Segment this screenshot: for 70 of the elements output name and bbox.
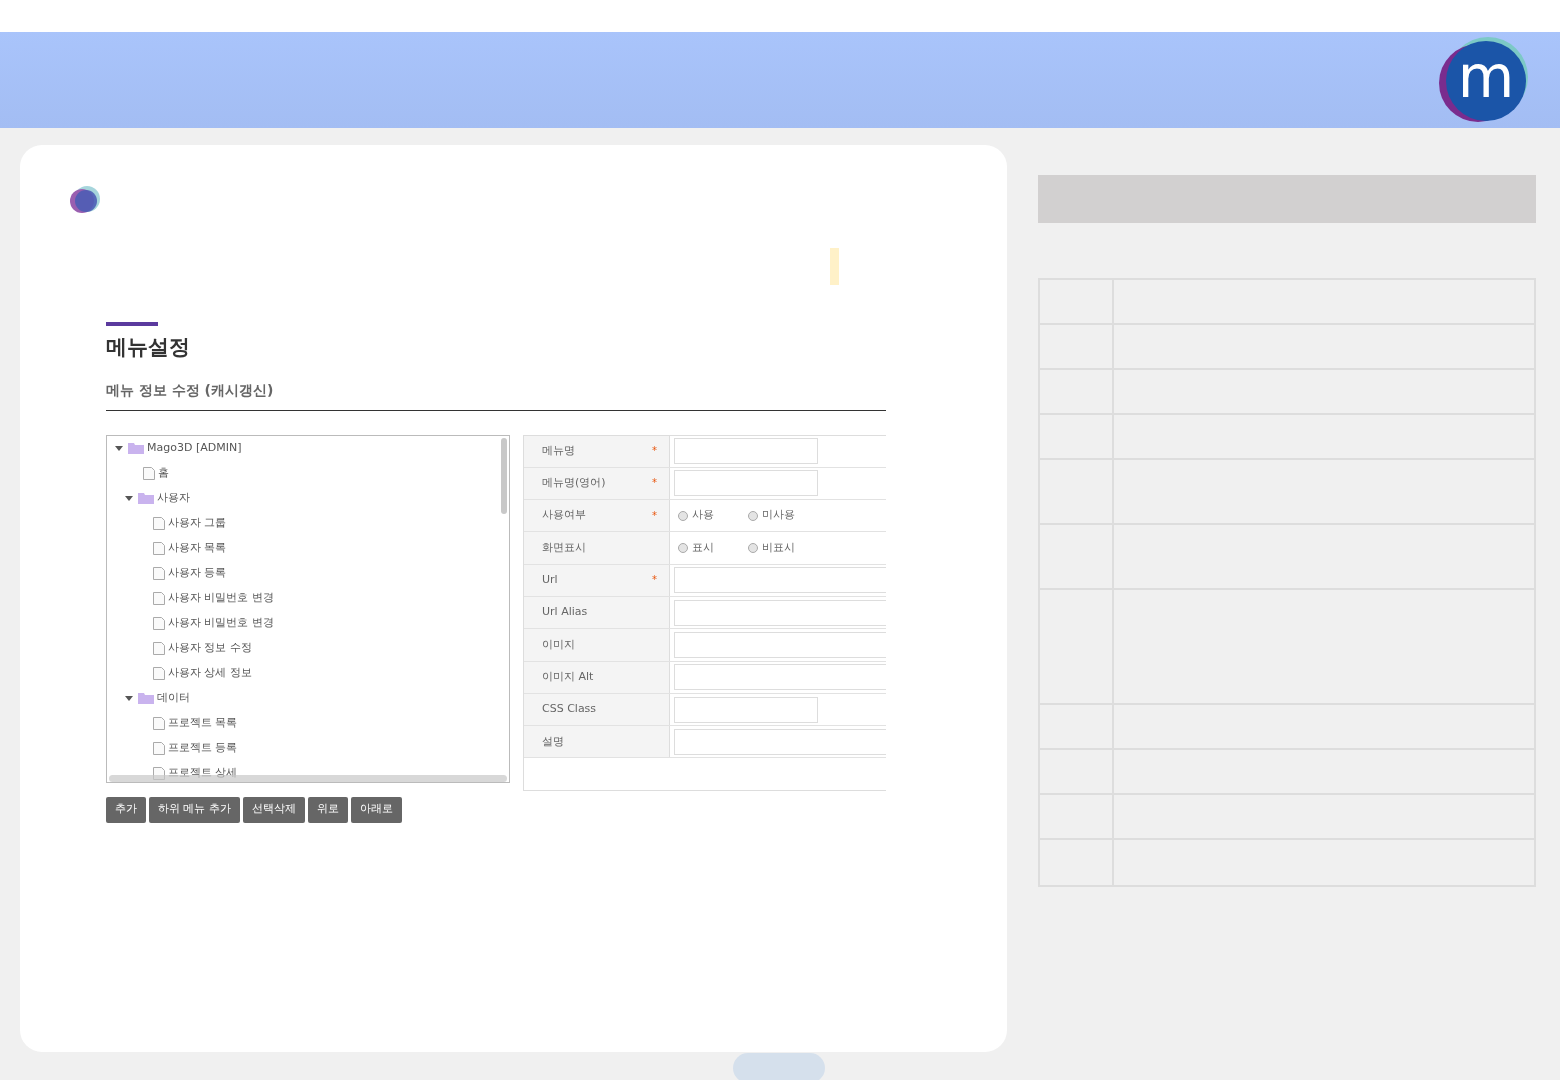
document-icon: [153, 516, 165, 530]
field-label: 사용여부: [542, 507, 586, 524]
text-field[interactable]: [674, 728, 886, 755]
tree-item[interactable]: 사용자 목록: [168, 539, 227, 557]
action-button[interactable]: 위로: [308, 796, 348, 823]
text-field[interactable]: [674, 567, 886, 594]
tree-item[interactable]: 홈: [158, 464, 169, 482]
tree-item[interactable]: 사용자 비밀번호 변경: [168, 589, 274, 607]
field-label: 메뉴명(영어): [542, 475, 606, 492]
text-field[interactable]: [674, 631, 886, 658]
folder-icon: [138, 692, 154, 704]
tree-item[interactable]: 프로젝트 목록: [168, 714, 238, 732]
document-icon: [153, 666, 165, 680]
tree-item[interactable]: 사용자 그룹: [168, 514, 227, 532]
highlight-mark: [830, 248, 839, 285]
tree-item[interactable]: 프로젝트 등록: [168, 739, 238, 757]
field-label: 설명: [542, 733, 564, 750]
tree-item[interactable]: 사용자 등록: [168, 564, 227, 582]
tree-item[interactable]: Mago3D [ADMIN]: [147, 439, 242, 457]
radio-button[interactable]: [678, 543, 688, 554]
radio-label: 비표시: [762, 539, 795, 556]
text-field[interactable]: [674, 470, 818, 497]
expand-arrow-icon[interactable]: [125, 694, 133, 702]
radio-label: 사용: [692, 507, 714, 524]
required-mark: *: [652, 478, 657, 489]
radio-label: 미사용: [762, 507, 795, 524]
document-icon: [153, 741, 165, 755]
document-icon: [153, 716, 165, 730]
field-label: Url Alias: [542, 604, 588, 621]
text-field[interactable]: [674, 438, 818, 465]
required-mark: *: [652, 575, 657, 586]
action-button[interactable]: 추가: [106, 796, 146, 823]
folder-icon: [138, 492, 154, 504]
tree-item[interactable]: 프로젝트 상세: [168, 764, 238, 782]
dot-icon: [70, 185, 101, 215]
field-label: 메뉴명: [542, 442, 575, 459]
required-mark: *: [652, 510, 657, 521]
tree-item[interactable]: 사용자 상세 정보: [168, 664, 252, 682]
text-field[interactable]: [674, 664, 886, 691]
action-button[interactable]: 선택삭제: [243, 796, 305, 823]
tree-item[interactable]: 데이터: [157, 689, 190, 707]
page-subtitle: 메뉴 정보 수정 (캐시갱신): [106, 379, 886, 411]
required-mark: *: [652, 446, 657, 457]
document-icon: [153, 641, 165, 655]
document-icon: [153, 616, 165, 630]
tree-item[interactable]: 사용자 정보 수정: [168, 639, 252, 657]
field-label: CSS Class: [542, 701, 597, 718]
document-icon: [153, 591, 165, 605]
action-button[interactable]: 하위 메뉴 추가: [149, 796, 240, 823]
action-button[interactable]: 아래로: [351, 796, 402, 823]
expand-arrow-icon[interactable]: [115, 444, 123, 452]
vertical-scrollbar[interactable]: [501, 437, 507, 514]
tree-item[interactable]: 사용자 비밀번호 변경: [168, 614, 274, 632]
document-icon: [143, 466, 155, 480]
radio-button[interactable]: [748, 543, 758, 554]
field-label: 이미지: [542, 636, 575, 653]
document-icon: [153, 541, 165, 555]
document-icon: [153, 566, 165, 580]
tree-item[interactable]: 사용자: [157, 489, 190, 507]
radio-button[interactable]: [748, 510, 758, 521]
text-field[interactable]: [674, 599, 886, 626]
radio-button[interactable]: [678, 510, 688, 521]
folder-icon: [128, 442, 144, 454]
field-label: Url: [542, 572, 558, 589]
text-field[interactable]: [674, 696, 818, 723]
expand-arrow-icon[interactable]: [125, 494, 133, 502]
page-title: 메뉴설정: [106, 334, 191, 361]
radio-label: 표시: [692, 539, 714, 556]
field-label: 이미지 Alt: [542, 668, 594, 685]
field-label: 화면표시: [542, 539, 586, 556]
